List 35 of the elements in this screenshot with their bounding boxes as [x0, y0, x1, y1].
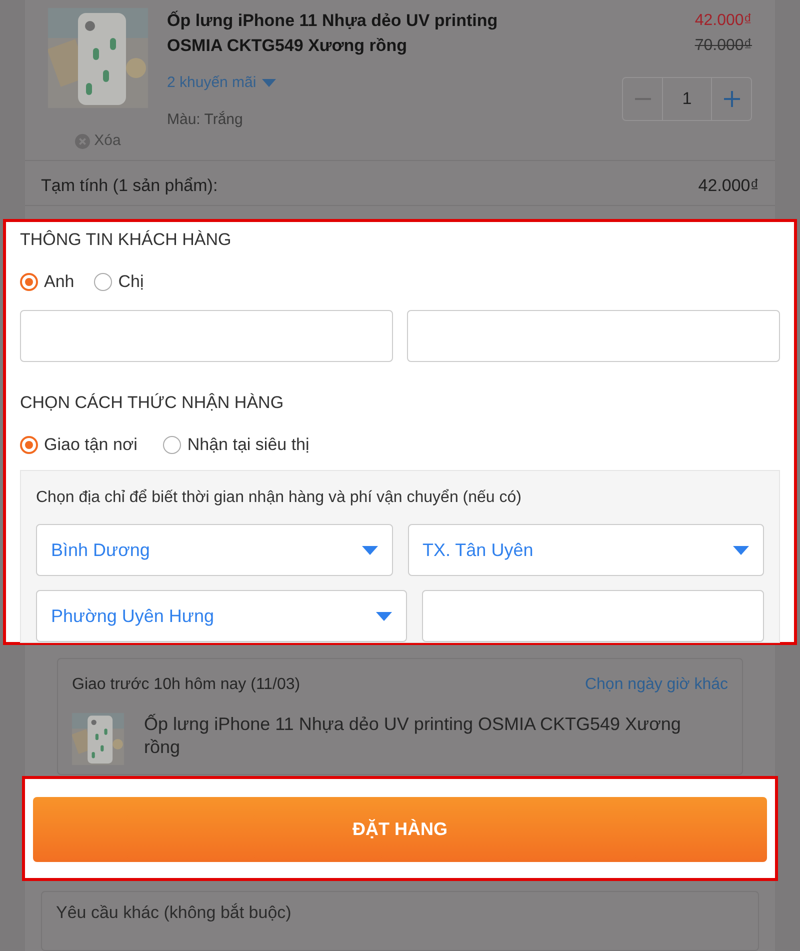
close-icon — [75, 134, 90, 149]
name-field[interactable] — [20, 310, 393, 362]
address-hint: Chọn địa chỉ để biết thời gian nhận hàng và phí vận chuyển (nếu có) — [36, 488, 522, 508]
address-field[interactable] — [422, 590, 764, 642]
radio-option[interactable]: Chị — [94, 268, 144, 294]
remove-link[interactable]: Xóa — [75, 130, 121, 152]
sale-price: 42.000₫ — [694, 11, 752, 31]
delivery-time: Giao trước 10h hôm nay (11/03) — [72, 675, 300, 696]
caret-icon — [362, 546, 378, 555]
dropdown-field[interactable]: Bình Dương — [36, 524, 392, 576]
product-color: Màu: Trắng — [167, 110, 244, 130]
plus-icon — [724, 91, 740, 107]
order-button[interactable]: ĐẶT HÀNG — [33, 796, 767, 862]
caret-icon — [262, 79, 276, 88]
radio-button[interactable] — [94, 272, 112, 291]
caret-icon — [376, 612, 392, 621]
radio-option[interactable]: Anh — [20, 268, 74, 294]
original-price: 70.000₫ — [694, 36, 752, 56]
caret-icon — [733, 546, 749, 555]
subtotal-value: 42.000₫ — [698, 174, 759, 197]
section-heading: THÔNG TIN KHÁCH HÀNG — [20, 229, 232, 252]
radio-button[interactable] — [20, 436, 38, 454]
product-title[interactable]: Ốp lưng iPhone 11 Nhựa dẻo UV printing OSMIA CKTG549 Xương rồng — [167, 8, 547, 58]
subtotal-label: Tạm tính (1 sản phẩm): — [41, 174, 218, 197]
phone-field[interactable] — [407, 310, 780, 362]
section-heading: CHỌN CÁCH THỨC NHẬN HÀNG — [20, 392, 285, 414]
item-title: Ốp lưng iPhone 11 Nhựa dẻo UV printing OSMIA CKTG549 Xương rồng — [144, 713, 682, 760]
radio-button[interactable] — [20, 272, 38, 291]
dropdown-field[interactable]: Phường Uyên Hưng — [36, 590, 406, 642]
radio-option[interactable]: Nhận tại siêu thị — [163, 432, 310, 458]
other-request-field[interactable]: Yêu cầu khác (không bắt buộc) — [41, 891, 759, 951]
radio-option[interactable]: Giao tận nơi — [20, 432, 138, 458]
radio-button[interactable] — [163, 436, 182, 454]
dropdown-field[interactable]: TX. Tân Uyên — [408, 524, 764, 576]
quantity-value[interactable]: 1 — [663, 78, 711, 120]
